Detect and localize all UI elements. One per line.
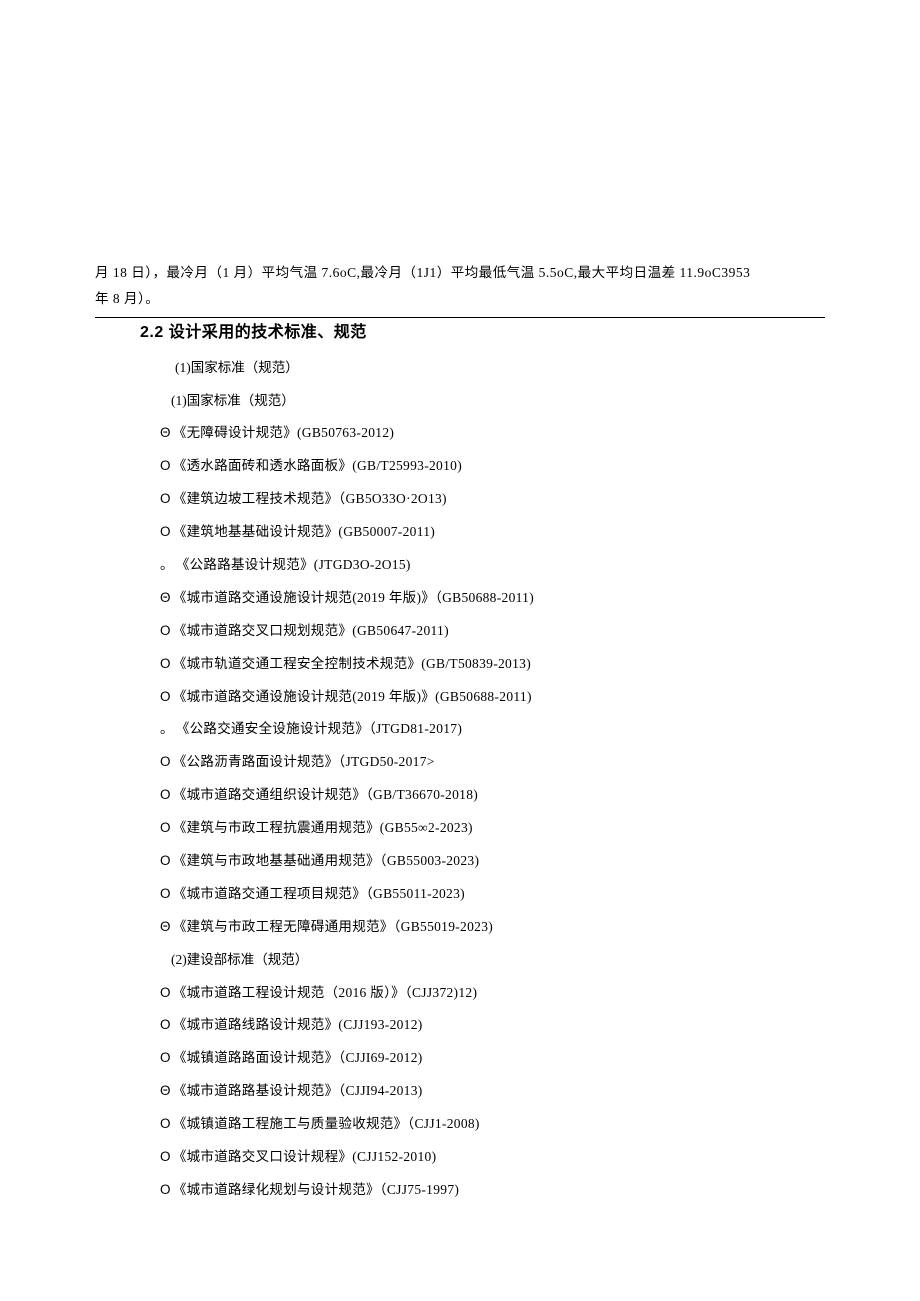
list-item: O《建筑地基基础设计规范》(GB50007-2011) (160, 523, 825, 542)
bullet-icon: O (160, 1148, 171, 1167)
section-title: 2.2 设计采用的技术标准、规范 (140, 322, 825, 344)
bullet-icon: O (160, 885, 171, 904)
document-page: 月 18 日），最冷月（1 月）平均气温 7.6oC,最冷月（1J1）平均最低气… (0, 0, 920, 1200)
list-item: O《城市道路工程设计规范（2016 版）》（CJJ372)12) (160, 984, 825, 1003)
bullet-icon: O (160, 490, 171, 509)
list-item-text: 《城镇道路路面设计规范》（CJJI69-2012) (173, 1050, 423, 1065)
list-item-text: 《城市道路交叉口规划规范》(GB50647-2011) (173, 623, 449, 638)
subsection-2: (2)建设部标准（规范） (171, 951, 825, 970)
standards-list-2: O《城市道路工程设计规范（2016 版）》（CJJ372)12)O《城市道路线路… (95, 984, 825, 1200)
list-item: Θ《城市道路路基设计规范》（CJJI94-2013) (160, 1082, 825, 1101)
list-item: O《建筑与市政地基基础通用规范》（GB55003-2023) (160, 852, 825, 871)
list-item: O《公路沥青路面设计规范》（JTGD50-2017> (160, 753, 825, 772)
list-item-text: 《城市道路交通设施设计规范(2019 年版)》（GB50688-2011) (173, 590, 534, 605)
list-item: 。《公路路基设计规范》(JTGD3O-2O15) (160, 556, 825, 575)
intro-paragraph: 月 18 日），最冷月（1 月）平均气温 7.6oC,最冷月（1J1）平均最低气… (95, 260, 825, 311)
subsection-1a: (1)国家标准（规范） (175, 359, 825, 378)
list-item: O《城市轨道交通工程安全控制技术规范》(GB/T50839-2013) (160, 655, 825, 674)
bullet-icon: Θ (160, 1082, 171, 1101)
list-item-text: 《城市道路工程设计规范（2016 版）》（CJJ372)12) (173, 985, 477, 1000)
list-item-text: 《城市道路线路设计规范》(CJJ193-2012) (173, 1017, 423, 1032)
list-item-text: 《建筑与市政地基基础通用规范》（GB55003-2023) (173, 853, 479, 868)
bullet-icon: Θ (160, 424, 171, 443)
bullet-icon: 。 (160, 720, 174, 739)
list-item: O《城市道路交叉口设计规程》(CJJ152-2010) (160, 1148, 825, 1167)
list-item: O《城市道路线路设计规范》(CJJ193-2012) (160, 1016, 825, 1035)
list-item-text: 《建筑与市政工程抗震通用规范》(GB55∞2-2023) (173, 820, 473, 835)
horizontal-rule (95, 317, 825, 318)
list-item: O《城镇道路路面设计规范》（CJJI69-2012) (160, 1049, 825, 1068)
subsection-1b: (1)国家标准（规范） (171, 392, 825, 411)
list-item-text: 《公路交通安全设施设计规范》（JTGD81-2017) (176, 721, 462, 736)
list-item-text: 《建筑地基基础设计规范》(GB50007-2011) (173, 524, 435, 539)
list-item: Θ《无障碍设计规范》(GB50763-2012) (160, 424, 825, 443)
intro-line-2: 年 8 月）。 (95, 291, 159, 306)
bullet-icon: O (160, 786, 171, 805)
list-item: O《建筑与市政工程抗震通用规范》(GB55∞2-2023) (160, 819, 825, 838)
bullet-icon: 。 (160, 556, 174, 575)
list-item: O《城市道路绿化规划与设计规范》（CJJ75-1997) (160, 1181, 825, 1200)
bullet-icon: O (160, 1181, 171, 1200)
bullet-icon: Θ (160, 918, 171, 937)
list-item: O《城市道路交通组织设计规范》（GB/T36670-2018) (160, 786, 825, 805)
list-item-text: 《公路沥青路面设计规范》（JTGD50-2017> (173, 754, 435, 769)
list-item: Θ《城市道路交通设施设计规范(2019 年版)》（GB50688-2011) (160, 589, 825, 608)
list-item-text: 《城市轨道交通工程安全控制技术规范》(GB/T50839-2013) (173, 656, 531, 671)
list-item: O《城市道路交叉口规划规范》(GB50647-2011) (160, 622, 825, 641)
standards-list-1: Θ《无障碍设计规范》(GB50763-2012)O《透水路面砖和透水路面板》(G… (95, 424, 825, 936)
bullet-icon: O (160, 1016, 171, 1035)
bullet-icon: O (160, 457, 171, 476)
list-item-text: 《公路路基设计规范》(JTGD3O-2O15) (176, 557, 411, 572)
list-item: Θ《建筑与市政工程无障碍通用规范》（GB55019-2023) (160, 918, 825, 937)
bullet-icon: O (160, 1115, 171, 1134)
bullet-icon: O (160, 622, 171, 641)
bullet-icon: O (160, 688, 171, 707)
list-item: O《城镇道路工程施工与质量验收规范》（CJJ1-2008) (160, 1115, 825, 1134)
list-item: O《城市道路交通工程项目规范》（GB55011-2023) (160, 885, 825, 904)
bullet-icon: O (160, 984, 171, 1003)
list-item-text: 《城镇道路工程施工与质量验收规范》（CJJ1-2008) (173, 1116, 480, 1131)
bullet-icon: O (160, 753, 171, 772)
list-item-text: 《城市道路路基设计规范》（CJJI94-2013) (173, 1083, 423, 1098)
list-item-text: 《城市道路交通设施设计规范(2019 年版)》(GB50688-2011) (173, 689, 532, 704)
list-item-text: 《城市道路绿化规划与设计规范》（CJJ75-1997) (173, 1182, 459, 1197)
bullet-icon: O (160, 1049, 171, 1068)
list-item-text: 《无障碍设计规范》(GB50763-2012) (173, 425, 394, 440)
list-item-text: 《透水路面砖和透水路面板》(GB/T25993-2010) (173, 458, 462, 473)
bullet-icon: Θ (160, 589, 171, 608)
bullet-icon: O (160, 523, 171, 542)
list-item-text: 《城市道路交通工程项目规范》（GB55011-2023) (173, 886, 465, 901)
list-item: O《建筑边坡工程技术规范》（GB5O33O·2O13) (160, 490, 825, 509)
bullet-icon: O (160, 852, 171, 871)
list-item-text: 《建筑与市政工程无障碍通用规范》（GB55019-2023) (173, 919, 493, 934)
bullet-icon: O (160, 655, 171, 674)
bullet-icon: O (160, 819, 171, 838)
list-item: 。《公路交通安全设施设计规范》（JTGD81-2017) (160, 720, 825, 739)
list-item-text: 《建筑边坡工程技术规范》（GB5O33O·2O13) (173, 491, 447, 506)
intro-line-1: 月 18 日），最冷月（1 月）平均气温 7.6oC,最冷月（1J1）平均最低气… (95, 265, 750, 280)
list-item-text: 《城市道路交叉口设计规程》(CJJ152-2010) (173, 1149, 437, 1164)
list-item-text: 《城市道路交通组织设计规范》（GB/T36670-2018) (173, 787, 478, 802)
list-item: O《透水路面砖和透水路面板》(GB/T25993-2010) (160, 457, 825, 476)
list-item: O《城市道路交通设施设计规范(2019 年版)》(GB50688-2011) (160, 688, 825, 707)
